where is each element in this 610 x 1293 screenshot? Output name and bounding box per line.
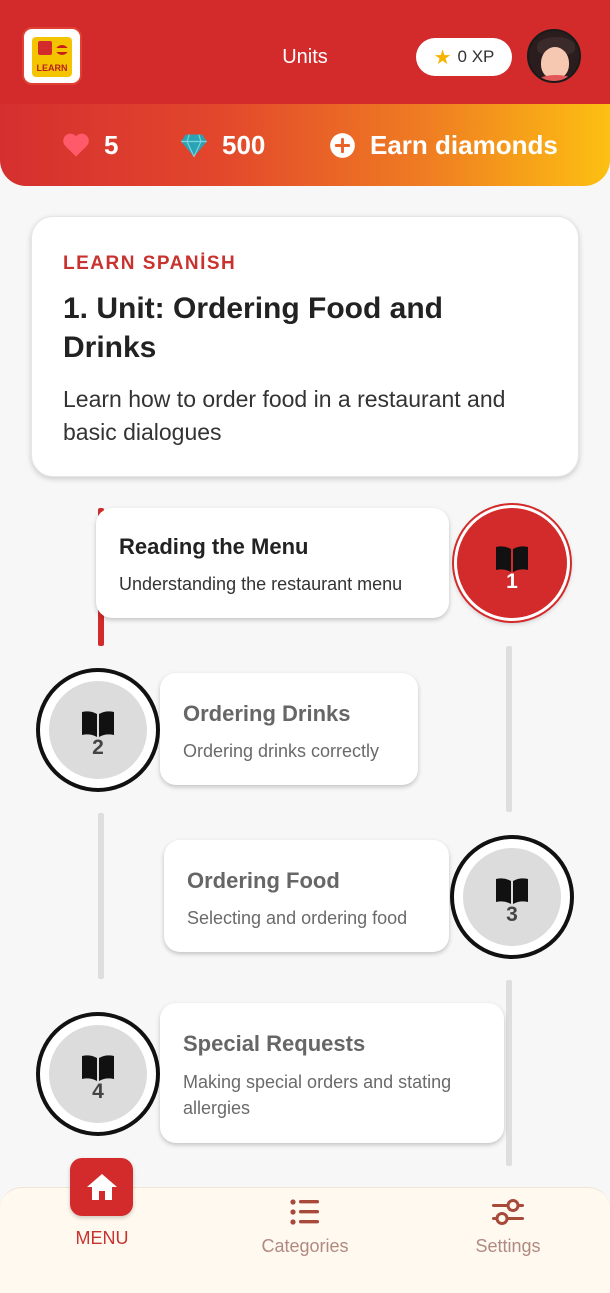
nav-item-categories[interactable]: Categories — [245, 1198, 365, 1257]
nav-label-menu: MENU — [75, 1228, 129, 1248]
path-line — [98, 813, 104, 979]
heart-icon — [63, 133, 89, 157]
path-line — [506, 980, 512, 1166]
xp-badge[interactable]: ★ 0 XP — [416, 38, 512, 76]
lesson-description: Making special orders and stating allerg… — [183, 1072, 452, 1118]
lesson-number: 4 — [92, 1080, 104, 1103]
diamonds-count: 500 — [222, 129, 266, 160]
app-header: LEARN Units ★ 0 XP 5 500 Earn diamonds — [0, 0, 610, 186]
lesson-number: 2 — [92, 736, 104, 759]
list-icon — [290, 1199, 319, 1225]
book-open-icon — [82, 711, 114, 737]
nav-label-categories: Categories — [261, 1236, 349, 1256]
xp-label: 0 XP — [457, 47, 495, 66]
nav-item-menu[interactable]: MENU — [52, 1228, 152, 1249]
unit-title: 1. Unit: Ordering Food and Drinks — [63, 292, 443, 364]
lesson-number: 1 — [506, 570, 518, 593]
lesson-title: Reading the Menu — [119, 534, 309, 559]
page-title: Units — [282, 46, 328, 68]
diamond-icon — [181, 134, 207, 157]
nav-item-settings[interactable]: Settings — [458, 1198, 558, 1257]
lesson-card-1[interactable]: Reading the Menu Understanding the resta… — [96, 508, 449, 618]
lesson-number: 3 — [506, 903, 518, 926]
plus-circle-icon — [330, 132, 355, 158]
unit-kicker: LEARN SPANİSH — [63, 253, 237, 274]
home-button[interactable] — [70, 1158, 133, 1216]
lesson-title: Special Requests — [183, 1031, 366, 1056]
lesson-card-4[interactable]: Special Requests Making special orders a… — [160, 1003, 504, 1143]
earn-diamonds-label: Earn diamonds — [370, 129, 558, 160]
lesson-description: Understanding the restaurant menu — [119, 574, 403, 594]
avatar-shirt — [535, 75, 577, 81]
lesson-title: Ordering Drinks — [183, 701, 351, 726]
unit-card: LEARN SPANİSH 1. Unit: Ordering Food and… — [31, 216, 579, 477]
book-open-icon — [496, 878, 528, 904]
diamonds-stat: 500 — [180, 130, 265, 161]
lesson-card-3[interactable]: Ordering Food Selecting and ordering foo… — [164, 840, 449, 952]
lesson-title: Ordering Food — [187, 868, 340, 893]
lesson-node-4[interactable]: 4 — [40, 1016, 156, 1132]
path-line — [506, 646, 512, 812]
sliders-icon — [492, 1199, 524, 1225]
home-icon — [86, 1174, 117, 1200]
lesson-node-2[interactable]: 2 — [40, 672, 156, 788]
lesson-card-2[interactable]: Ordering Drinks Ordering drinks correctl… — [160, 673, 418, 785]
lesson-node-1[interactable]: 1 — [454, 505, 570, 621]
stats-bar: 5 500 Earn diamonds — [0, 104, 610, 186]
lesson-node-3[interactable]: 3 — [454, 839, 570, 955]
earn-diamonds-button[interactable]: Earn diamonds — [329, 130, 558, 161]
unit-description: Learn how to order food in a restaurant … — [63, 386, 506, 445]
avatar[interactable] — [527, 29, 581, 83]
nav-label-settings: Settings — [475, 1236, 541, 1256]
book-open-icon — [82, 1055, 114, 1081]
lesson-description: Ordering drinks correctly — [183, 741, 380, 761]
star-icon: ★ — [433, 46, 452, 69]
hearts-stat: 5 — [62, 130, 118, 161]
lesson-description: Selecting and ordering food — [187, 908, 408, 928]
hearts-count: 5 — [104, 129, 119, 160]
